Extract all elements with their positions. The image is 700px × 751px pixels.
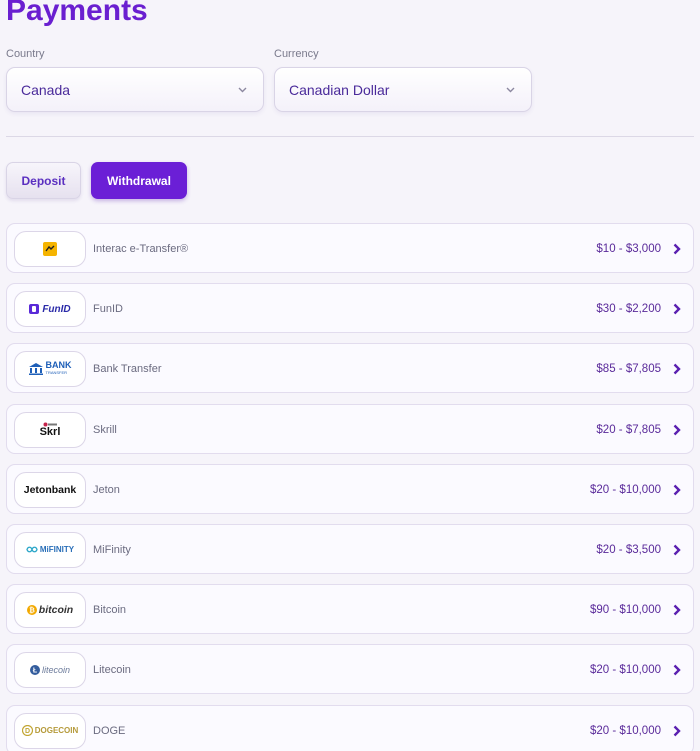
method-name: MiFinity — [93, 543, 131, 556]
payment-method-row[interactable]: ₿ bitcoin Bitcoin $90 - $10,000 — [6, 584, 694, 635]
funid-logo-text: FunID — [42, 303, 71, 315]
payment-method-row[interactable]: MiFINITY MiFinity $20 - $3,500 — [6, 523, 694, 574]
chevron-right-icon — [671, 724, 683, 738]
chevron-right-icon — [671, 302, 683, 316]
method-range: $90 - $10,000 — [590, 604, 661, 617]
tab-withdrawal[interactable]: Withdrawal — [91, 162, 187, 199]
method-name: Skrill — [93, 423, 117, 436]
jeton-logo-text: Jetonbank — [23, 483, 77, 496]
bitcoin-logo-text: bitcoin — [38, 604, 74, 617]
chevron-right-icon — [671, 242, 683, 256]
payment-methods-list: Interac e-Transfer® $10 - $3,000 FunID F… — [6, 223, 694, 751]
tab-deposit[interactable]: Deposit — [6, 162, 81, 199]
method-name: Interac e-Transfer® — [93, 243, 189, 255]
skrill-logo: Skrl — [14, 411, 86, 448]
chevron-down-icon — [238, 85, 247, 94]
funid-logo: FunID — [14, 291, 86, 328]
method-range: $30 - $2,200 — [596, 303, 661, 316]
litecoin-logo-text: litecoin — [41, 665, 70, 676]
chevron-right-icon — [671, 423, 683, 437]
svg-text:D: D — [25, 728, 30, 735]
divider — [6, 136, 694, 137]
method-name: FunID — [93, 303, 123, 316]
bitcoin-logo: ₿ bitcoin — [14, 592, 86, 629]
country-select[interactable]: Canada — [6, 67, 264, 112]
chevron-right-icon — [671, 603, 683, 617]
method-name: DOGE — [93, 724, 126, 737]
litecoin-logo: Ł litecoin — [14, 652, 86, 689]
payment-method-row[interactable]: FunID FunID $30 - $2,200 — [6, 283, 694, 334]
method-range: $10 - $3,000 — [596, 243, 661, 255]
method-range: $20 - $10,000 — [590, 483, 661, 496]
interac-logo — [14, 231, 86, 267]
chevron-right-icon — [671, 362, 683, 376]
mifinity-logo-text: MiFINITY — [39, 545, 75, 555]
bank-logo-text: BANK — [45, 360, 72, 371]
dogecoin-logo: D DOGECOIN — [14, 712, 86, 749]
svg-text:Ł: Ł — [33, 668, 38, 675]
method-range: $20 - $10,000 — [590, 724, 661, 737]
method-range: $85 - $7,805 — [596, 363, 661, 376]
svg-text:₿: ₿ — [29, 607, 35, 615]
payment-method-row[interactable]: Jetonbank Jeton $20 - $10,000 — [6, 463, 694, 514]
country-value: Canada — [21, 81, 71, 98]
currency-label: Currency — [274, 48, 319, 60]
skrill-logo-text: Skrl — [39, 426, 61, 439]
payment-method-row[interactable]: Ł litecoin Litecoin $20 - $10,000 — [6, 644, 694, 695]
page-title: Payments — [6, 0, 148, 27]
payment-method-row[interactable]: D DOGECOIN DOGE $20 - $10,000 — [6, 704, 694, 751]
currency-select[interactable]: Canadian Dollar — [274, 67, 532, 112]
bank-logo-subtext: TRANSFER — [45, 370, 68, 376]
method-name: Bank Transfer — [93, 363, 162, 376]
chevron-right-icon — [671, 663, 683, 677]
dogecoin-logo-text: DOGECOIN — [34, 726, 79, 735]
method-name: Bitcoin — [93, 604, 127, 617]
method-name: Litecoin — [93, 664, 131, 677]
method-name: Jeton — [93, 483, 120, 496]
bank-logo: BANK TRANSFER — [14, 351, 86, 388]
method-range: $20 - $3,500 — [596, 543, 661, 556]
chevron-right-icon — [671, 483, 683, 497]
payment-method-row[interactable]: Skrl Skrill $20 - $7,805 — [6, 403, 694, 454]
method-range: $20 - $10,000 — [590, 664, 661, 677]
payment-method-row[interactable]: Interac e-Transfer® $10 - $3,000 — [6, 223, 694, 273]
currency-value: Canadian Dollar — [289, 81, 390, 98]
method-range: $20 - $7,805 — [596, 423, 661, 436]
payment-method-row[interactable]: BANK TRANSFER Bank Transfer $85 - $7,805 — [6, 343, 694, 394]
country-label: Country — [6, 48, 45, 60]
mifinity-logo: MiFINITY — [14, 531, 86, 568]
jeton-logo: Jetonbank — [14, 471, 86, 508]
chevron-right-icon — [671, 543, 683, 557]
chevron-down-icon — [506, 85, 515, 94]
